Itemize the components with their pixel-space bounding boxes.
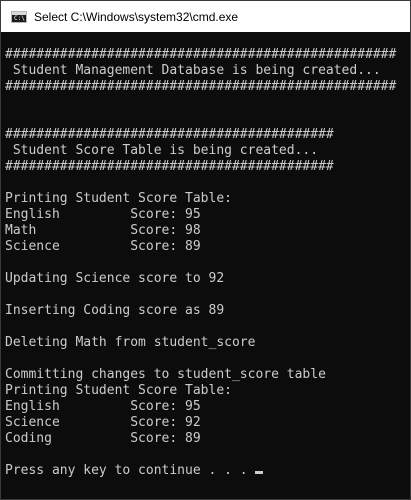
console-line: Inserting Coding score as 89: [5, 303, 406, 319]
console-line-text: Deleting Math from student_score: [5, 335, 256, 350]
console-line: ########################################…: [5, 127, 406, 143]
console-line-text: Student Score Table is being created...: [5, 143, 319, 158]
console-line: Math Score: 98: [5, 223, 406, 239]
console-line: Student Management Database is being cre…: [5, 63, 406, 79]
console-line: Student Score Table is being created...: [5, 143, 406, 159]
console-line-text: ########################################…: [5, 159, 334, 174]
console-line: Updating Science score to 92: [5, 271, 406, 287]
console-lines: ########################################…: [5, 47, 406, 479]
console-line-text: English Score: 95: [5, 207, 201, 222]
console-line: Coding Score: 89: [5, 431, 406, 447]
console-line: ########################################…: [5, 79, 406, 95]
console-line-text: Printing Student Score Table:: [5, 383, 232, 398]
console-line-text: ########################################…: [5, 47, 397, 62]
console-line-text: Math Score: 98: [5, 223, 201, 238]
console-line: Committing changes to student_score tabl…: [5, 367, 406, 383]
window-title: Select C:\Windows\system32\cmd.exe: [34, 9, 239, 24]
console-line: Printing Student Score Table:: [5, 191, 406, 207]
text-cursor: [255, 471, 264, 474]
console-line: Science Score: 89: [5, 239, 406, 255]
console-line: ########################################…: [5, 159, 406, 175]
title-bar[interactable]: C:\ Select C:\Windows\system32\cmd.exe: [1, 1, 410, 32]
console-line-text: ########################################…: [5, 127, 334, 142]
console-line: Printing Student Score Table:: [5, 383, 406, 399]
console-line-text: Student Management Database is being cre…: [5, 63, 381, 78]
cmd-console-icon[interactable]: C:\: [11, 10, 27, 23]
console-line-text: Coding Score: 89: [5, 431, 201, 446]
cmd-window: C:\ Select C:\Windows\system32\cmd.exe #…: [0, 0, 411, 500]
console-line: Science Score: 92: [5, 415, 406, 431]
console-line-text: Science Score: 92: [5, 415, 201, 430]
console-line: Press any key to continue . . .: [5, 463, 406, 479]
console-top-padding: [5, 32, 406, 47]
console-line-text: Inserting Coding score as 89: [5, 303, 225, 318]
console-line: English Score: 95: [5, 399, 406, 415]
console-line-text: Printing Student Score Table:: [5, 191, 232, 206]
console-line-text: ########################################…: [5, 79, 397, 94]
console-line-text: Press any key to continue . . .: [5, 463, 256, 478]
console-output[interactable]: ########################################…: [5, 32, 406, 499]
console-line: Deleting Math from student_score: [5, 335, 406, 351]
console-line: English Score: 95: [5, 207, 406, 223]
cmd-icon-prompt: C:\: [14, 14, 25, 22]
console-line: ########################################…: [5, 47, 406, 63]
console-line-text: Updating Science score to 92: [5, 271, 225, 286]
console-line-text: English Score: 95: [5, 399, 201, 414]
console-line-text: Science Score: 89: [5, 239, 201, 254]
console-line-text: Committing changes to student_score tabl…: [5, 367, 326, 382]
